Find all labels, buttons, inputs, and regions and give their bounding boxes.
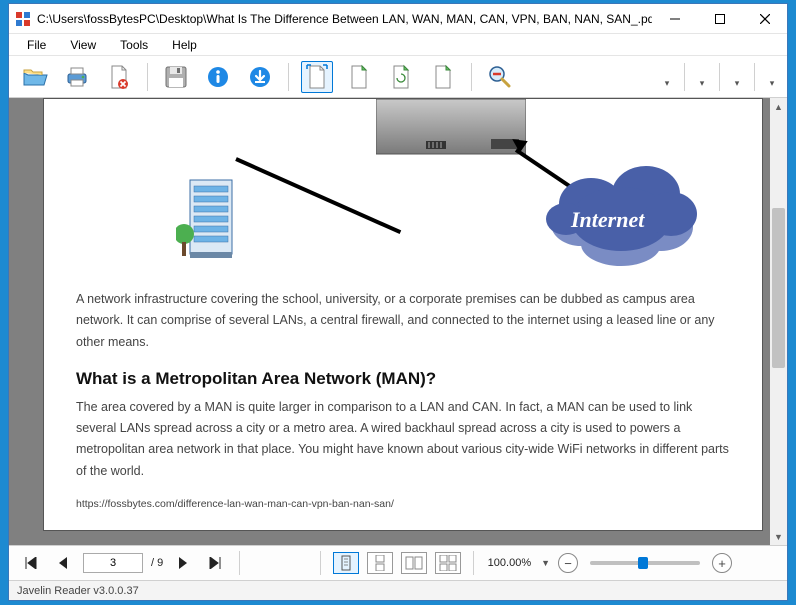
- toolbar-separator: [684, 63, 685, 91]
- nav-separator: [239, 551, 240, 575]
- magnifier-minus-icon: [487, 64, 513, 90]
- rotate-ccw-button[interactable]: [427, 61, 459, 93]
- titlebar: C:\Users\fossBytesPC\Desktop\What Is The…: [9, 4, 787, 34]
- single-page-icon: [339, 555, 353, 571]
- zoom-in-button[interactable]: +: [712, 553, 732, 573]
- scroll-up-button[interactable]: ▲: [770, 98, 787, 115]
- maximize-button[interactable]: [697, 4, 742, 34]
- close-button[interactable]: [742, 4, 787, 34]
- facing-icon: [405, 555, 423, 571]
- facing-cont-icon: [439, 555, 457, 571]
- page-icon: [306, 64, 328, 90]
- next-page-button[interactable]: [171, 551, 195, 575]
- nav-separator: [473, 551, 474, 575]
- zoom-slider[interactable]: [590, 561, 700, 565]
- page-corner-icon: [348, 64, 370, 90]
- zoom-slider-thumb[interactable]: [638, 557, 648, 569]
- navigation-bar: / 9 100.00% ▼ − +: [9, 545, 787, 580]
- last-page-button[interactable]: [203, 551, 227, 575]
- section-heading: What is a Metropolitan Area Network (MAN…: [76, 369, 730, 389]
- toolbar-separator: [754, 63, 755, 91]
- page-total-label: / 9: [151, 557, 163, 569]
- network-illustration: Internet: [76, 99, 730, 281]
- remove-doc-icon: [108, 64, 130, 90]
- body-paragraph: A network infrastructure covering the sc…: [76, 289, 730, 353]
- building-graphic: [176, 174, 236, 259]
- toolbar-separator: [288, 63, 289, 91]
- app-icon: [15, 11, 31, 27]
- toolbar-dropdown[interactable]: ▾: [732, 61, 742, 93]
- prev-page-button[interactable]: [51, 551, 75, 575]
- server-graphic: [376, 99, 526, 159]
- toolbar: ▾ ▾ ▾ ▾: [9, 56, 787, 98]
- connection-line: [235, 157, 401, 234]
- zoom-out-button[interactable]: −: [558, 553, 578, 573]
- toolbar-dropdown[interactable]: ▾: [697, 61, 707, 93]
- toolbar-separator: [471, 63, 472, 91]
- info-button[interactable]: [202, 61, 234, 93]
- info-icon: [206, 65, 230, 89]
- vertical-scrollbar[interactable]: ▲ ▼: [770, 98, 787, 545]
- open-button[interactable]: [19, 61, 51, 93]
- window-controls: [652, 4, 787, 34]
- first-page-button[interactable]: [19, 551, 43, 575]
- facing-view-button[interactable]: [401, 552, 427, 574]
- window-title: C:\Users\fossBytesPC\Desktop\What Is The…: [37, 12, 652, 26]
- scrollbar-thumb[interactable]: [772, 208, 785, 368]
- fit-width-button[interactable]: [343, 61, 375, 93]
- app-window: C:\Users\fossBytesPC\Desktop\What Is The…: [8, 3, 788, 601]
- menu-help[interactable]: Help: [162, 36, 207, 54]
- body-paragraph: The area covered by a MAN is quite large…: [76, 397, 730, 482]
- content-area: Internet A network infrastructure coveri…: [9, 98, 787, 545]
- floppy-icon: [164, 65, 188, 89]
- scroll-down-button[interactable]: ▼: [770, 528, 787, 545]
- status-text: Javelin Reader v3.0.0.37: [17, 585, 139, 597]
- download-button[interactable]: [244, 61, 276, 93]
- continuous-icon: [373, 555, 387, 571]
- cloud-label: Internet: [571, 207, 644, 233]
- zoom-level-label: 100.00%: [488, 557, 531, 569]
- page-rotate-ccw-icon: [432, 64, 454, 90]
- source-url: https://fossbytes.com/difference-lan-wan…: [76, 498, 730, 510]
- toolbar-separator: [147, 63, 148, 91]
- page-rotate-cw-icon: [390, 64, 412, 90]
- toolbar-dropdown[interactable]: ▾: [767, 61, 777, 93]
- page-number-input[interactable]: [83, 553, 143, 573]
- continuous-view-button[interactable]: [367, 552, 393, 574]
- toolbar-dropdown[interactable]: ▾: [662, 61, 672, 93]
- fit-page-button[interactable]: [301, 61, 333, 93]
- menu-file[interactable]: File: [17, 36, 56, 54]
- pdf-page: Internet A network infrastructure coveri…: [43, 98, 763, 531]
- rotate-cw-button[interactable]: [385, 61, 417, 93]
- download-icon: [248, 65, 272, 89]
- menu-view[interactable]: View: [60, 36, 106, 54]
- single-page-view-button[interactable]: [333, 552, 359, 574]
- zoom-dropdown-icon[interactable]: ▼: [541, 558, 550, 568]
- menu-tools[interactable]: Tools: [110, 36, 158, 54]
- nav-separator: [320, 551, 321, 575]
- zoom-tool-button[interactable]: [484, 61, 516, 93]
- menubar: File View Tools Help: [9, 34, 787, 56]
- facing-continuous-view-button[interactable]: [435, 552, 461, 574]
- statusbar: Javelin Reader v3.0.0.37: [9, 580, 787, 600]
- print-button[interactable]: [61, 61, 93, 93]
- save-button[interactable]: [160, 61, 192, 93]
- remove-doc-button[interactable]: [103, 61, 135, 93]
- toolbar-separator: [719, 63, 720, 91]
- minimize-button[interactable]: [652, 4, 697, 34]
- folder-open-icon: [22, 66, 48, 88]
- printer-icon: [64, 65, 90, 89]
